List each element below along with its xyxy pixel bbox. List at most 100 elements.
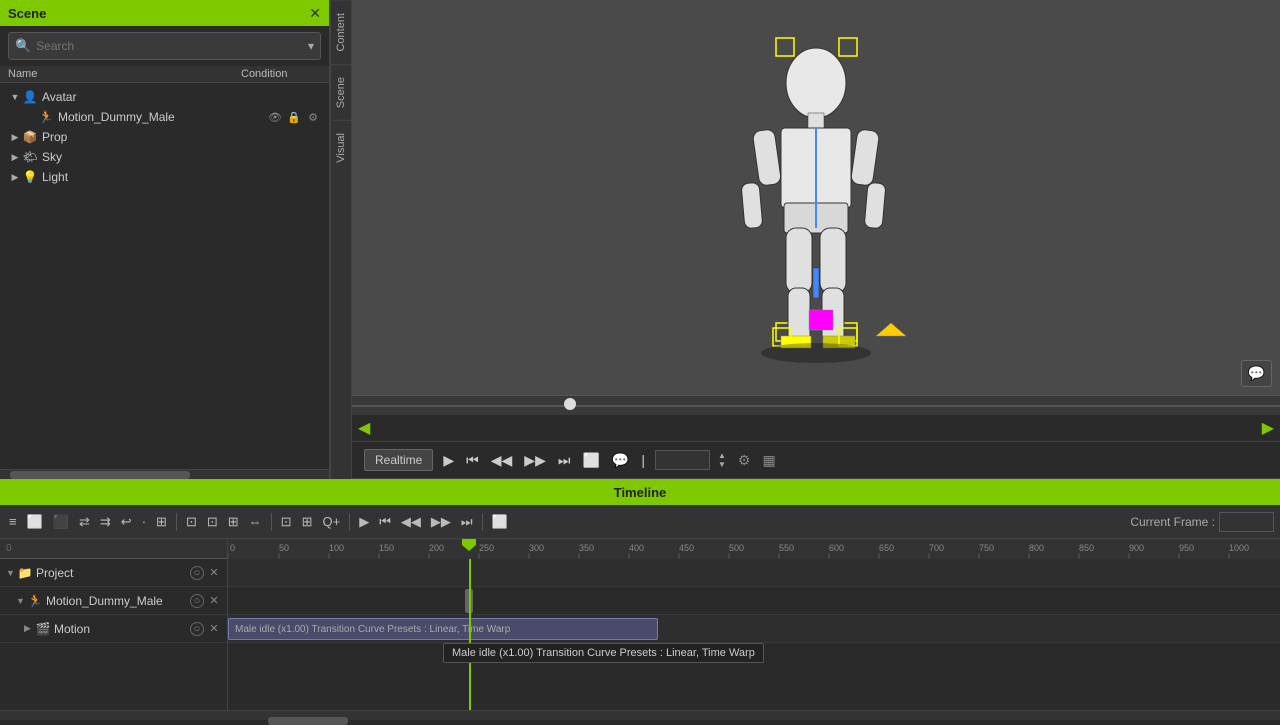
svg-text:900: 900 [1129, 543, 1144, 553]
sky-label: Sky [42, 150, 321, 164]
viewport-arrows: ◀ ▶ [352, 415, 1280, 441]
settings-icon[interactable]: ⚙ [305, 109, 321, 125]
clip-tooltip-text: Male idle (x1.00) Transition Curve Prese… [452, 647, 755, 659]
tl-swap-icon[interactable]: ⇄ [76, 512, 93, 532]
expand-sky-icon[interactable]: ▶ [8, 150, 22, 164]
track-row-motion-dummy[interactable]: ▼ 🏃 Motion_Dummy_Male ○ ✕ [0, 587, 227, 615]
scene-search-bar: 🔍 ▾ [8, 32, 321, 60]
scrubber-handle[interactable] [564, 398, 576, 410]
svg-text:550: 550 [779, 543, 794, 553]
play-button[interactable]: ▶ [441, 452, 456, 469]
tl-arrow-icon[interactable]: ⇉ [97, 512, 114, 532]
tl-grid-icon[interactable]: ⊡ [278, 512, 295, 532]
motion-dummy-close-icon[interactable]: ✕ [207, 594, 221, 608]
expand-motion-track-icon[interactable]: ▶ [24, 623, 36, 634]
svg-text:350: 350 [579, 543, 594, 553]
tl-box1-icon[interactable]: ⬜ [24, 512, 46, 532]
search-input[interactable] [36, 39, 308, 53]
project-ctrl-circle[interactable]: ○ [190, 566, 204, 580]
motion-ctrl-circle[interactable]: ○ [190, 622, 204, 636]
svg-text:800: 800 [1029, 543, 1044, 553]
tab-visual[interactable]: Visual [331, 120, 351, 175]
tree-item-motion-dummy-male[interactable]: 🏃 Motion_Dummy_Male 👁 🔒 ⚙ [0, 107, 329, 127]
playback-grid-icon[interactable]: ▦ [762, 452, 775, 469]
skip-start-button[interactable]: ⏮ [464, 452, 481, 469]
tl-crosshair-icon[interactable]: ⊡ [204, 512, 221, 532]
viewport-canvas: 💬 [352, 0, 1280, 395]
tl-play-icon[interactable]: ▶ [356, 512, 372, 532]
viewport-scrubber[interactable] [352, 395, 1280, 415]
search-dropdown-icon[interactable]: ▾ [308, 39, 314, 53]
expand-project-icon[interactable]: ▼ [6, 568, 18, 578]
skip-end-button[interactable]: ⏭ [556, 452, 573, 469]
tl-plus-icon[interactable]: ⊞ [225, 512, 242, 532]
tab-scene[interactable]: Scene [331, 64, 351, 120]
tree-item-light[interactable]: ▶ 💡 Light [0, 167, 329, 187]
arrow-left-icon[interactable]: ◀ [352, 418, 376, 438]
timeline-scrollbar-thumb[interactable] [268, 717, 348, 725]
tl-dot-icon[interactable]: · [139, 512, 149, 531]
expand-prop-icon[interactable]: ▶ [8, 130, 22, 144]
scene-close-button[interactable]: ✕ [309, 5, 321, 22]
eye-icon[interactable]: 👁 [267, 109, 283, 125]
scrubber-line [352, 405, 1280, 407]
sky-icon: 🌤 [22, 149, 38, 165]
search-icon: 🔍 [15, 38, 31, 54]
project-close-icon[interactable]: ✕ [207, 566, 221, 580]
svg-text:700: 700 [929, 543, 944, 553]
arrow-right-icon[interactable]: ▶ [1262, 418, 1274, 438]
screen-button[interactable]: ⬜ [580, 452, 601, 469]
tl-list-icon[interactable]: ≡ [6, 512, 20, 531]
svg-text:1000: 1000 [1229, 543, 1249, 553]
realtime-button[interactable]: Realtime [364, 449, 433, 471]
viewport-chat-button[interactable]: 💬 [1241, 360, 1272, 387]
timeline-header: Timeline [0, 479, 1280, 505]
track-row-project[interactable]: ▼ 📁 Project ○ ✕ [0, 559, 227, 587]
motion-dummy-ctrl-circle[interactable]: ○ [190, 594, 204, 608]
expand-avatar-icon[interactable]: ▼ [8, 90, 22, 104]
tab-content[interactable]: Content [331, 0, 351, 64]
col-name-header: Name [8, 68, 241, 80]
tree-item-prop[interactable]: ▶ 📦 Prop [0, 127, 329, 147]
prev-button[interactable]: ◀◀ [489, 452, 515, 469]
expand-light-icon[interactable]: ▶ [8, 170, 22, 184]
scene-scrollbar-thumb[interactable] [10, 471, 190, 479]
motion-dummy-label: Motion_Dummy_Male [58, 110, 267, 124]
timeline-title: Timeline [614, 485, 667, 500]
frame-spinner[interactable]: ▲ ▼ [718, 451, 726, 469]
tl-fit-icon[interactable]: ⊞ [299, 512, 316, 532]
tree-item-avatar[interactable]: ▼ 👤 Avatar [0, 87, 329, 107]
motion-track-icon: 🎬 [36, 622, 50, 636]
lock-icon[interactable]: 🔒 [286, 109, 302, 125]
playback-settings-icon[interactable]: ⚙ [738, 452, 751, 469]
prop-label: Prop [42, 130, 321, 144]
svg-text:450: 450 [679, 543, 694, 553]
motion-close-icon[interactable]: ✕ [207, 622, 221, 636]
audio-button[interactable]: | [639, 452, 647, 468]
tl-next-icon[interactable]: ▶▶ [428, 512, 454, 532]
tl-zoom-icon[interactable]: Q+ [319, 512, 343, 531]
frame-value-input[interactable]: 241 [655, 450, 710, 470]
tl-crop-icon[interactable]: ⊞ [153, 512, 170, 532]
tl-skipstart-icon[interactable]: ⏮ [376, 512, 394, 532]
clip-block[interactable]: Male idle (x1.00) Transition Curve Prese… [228, 618, 658, 640]
next-button[interactable]: ▶▶ [522, 452, 548, 469]
tl-prev-icon[interactable]: ◀◀ [398, 512, 424, 532]
tree-item-sky[interactable]: ▶ 🌤 Sky [0, 147, 329, 167]
svg-text:600: 600 [829, 543, 844, 553]
tl-screen-icon[interactable]: ⬜ [489, 512, 511, 532]
tl-skipend-icon[interactable]: ⏭ [458, 512, 476, 532]
chat-button[interactable]: 💬 [610, 452, 631, 469]
current-frame-input[interactable]: 241 [1219, 512, 1274, 532]
avatar-icon: 👤 [22, 89, 38, 105]
scene-scrollbar[interactable] [0, 469, 329, 479]
expand-motion-dummy-icon[interactable]: ▼ [16, 596, 28, 606]
timeline-scrollbar[interactable] [0, 710, 1280, 720]
tl-undo-icon[interactable]: ↩ [118, 512, 135, 532]
track-content-rows: Male idle (x1.00) Transition Curve Prese… [228, 559, 1280, 710]
tl-select-icon[interactable]: ⊡ [183, 512, 200, 532]
tl-box2-icon[interactable]: ⬛ [50, 512, 72, 532]
tl-trim-icon[interactable]: ⇔ [246, 512, 265, 531]
track-row-motion[interactable]: ▶ 🎬 Motion ○ ✕ [0, 615, 227, 643]
track-content-motion[interactable]: Male idle (x1.00) Transition Curve Prese… [228, 615, 1280, 643]
